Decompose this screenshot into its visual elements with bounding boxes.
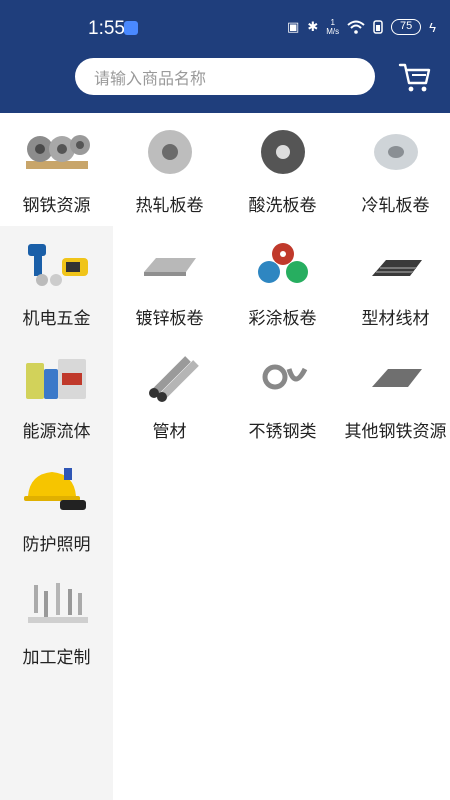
steel-coils-icon [25, 135, 90, 169]
bluetooth-icon: ✱ [307, 19, 319, 34]
grid-item-pipes[interactable]: 管材 [113, 339, 226, 452]
category-sidebar: 钢铁资源 机电五金 能源流体 防护照明 加工定制 [0, 113, 113, 800]
stainless-icon [262, 364, 307, 390]
grid-item-label: 管材 [152, 422, 187, 441]
status-bar: 1:55 ▣ ✱ 1 M/s 75 ϟ [0, 0, 450, 56]
grid-item-label: 其他钢铁资源 [344, 422, 447, 441]
cold-rolled-coil-icon [373, 134, 418, 170]
sidebar-item-energy[interactable]: 能源流体 [0, 339, 113, 452]
sidebar-item-label: 能源流体 [22, 422, 91, 441]
signal-icon [373, 20, 383, 34]
app-header: 1:55 ▣ ✱ 1 M/s 75 ϟ 请输入商品名称 [0, 0, 450, 113]
notification-icon [124, 21, 138, 35]
grid-item-stainless[interactable]: 不锈钢类 [226, 339, 339, 452]
search-placeholder: 请输入商品名称 [94, 70, 207, 88]
network-speed: 1 M/s [326, 18, 339, 36]
search-input[interactable]: 请输入商品名称 [75, 58, 375, 95]
charging-icon: ϟ [429, 19, 436, 35]
grid-item-cold-rolled[interactable]: 冷轧板卷 [339, 113, 450, 226]
grid-item-label: 镀锌板卷 [135, 309, 204, 328]
wifi-icon [347, 20, 365, 34]
grid-item-label: 不锈钢类 [248, 422, 317, 441]
color-coated-coil-icon [257, 243, 308, 283]
nfc-icon: ▣ [287, 19, 300, 34]
network-speed-value: 1 [330, 18, 335, 27]
pickled-coil-icon [260, 130, 305, 174]
grid-item-profiles[interactable]: 型材线材 [339, 226, 450, 339]
grid-item-label: 酸洗板卷 [248, 196, 317, 215]
grid-item-label: 彩涂板卷 [248, 309, 317, 328]
helmet-flashlight-icon [23, 468, 86, 510]
sidebar-item-label: 钢铁资源 [22, 196, 91, 215]
oil-containers-icon [25, 359, 86, 399]
system-icons: ▣ ✱ 1 M/s 75 ϟ [287, 18, 436, 36]
fasteners-icon [27, 583, 88, 623]
steel-bars-icon [371, 260, 422, 276]
sidebar-item-label: 机电五金 [22, 309, 91, 328]
steel-pipes-icon [148, 356, 199, 402]
grid-item-pickled[interactable]: 酸洗板卷 [226, 113, 339, 226]
hot-rolled-coil-icon [147, 130, 192, 174]
grid-item-label: 热轧板卷 [135, 196, 204, 215]
sidebar-item-label: 加工定制 [22, 648, 91, 667]
galvanized-sheet-icon [143, 258, 196, 276]
battery-indicator: 75 [391, 19, 422, 35]
grid-item-hot-rolled[interactable]: 热轧板卷 [113, 113, 226, 226]
grid-item-galvanized[interactable]: 镀锌板卷 [113, 226, 226, 339]
grid-item-label: 型材线材 [361, 309, 430, 328]
power-tools-icon [27, 244, 88, 286]
grid-item-label: 冷轧板卷 [361, 196, 430, 215]
grid-item-other-steel[interactable]: 其他钢铁资源 [339, 339, 450, 452]
grid-item-color-coated[interactable]: 彩涂板卷 [226, 226, 339, 339]
sidebar-item-processing[interactable]: 加工定制 [0, 565, 113, 678]
sidebar-item-protection[interactable]: 防护照明 [0, 452, 113, 565]
sidebar-item-steel[interactable]: 钢铁资源 [0, 113, 113, 226]
sidebar-item-hardware[interactable]: 机电五金 [0, 226, 113, 339]
sidebar-item-label: 防护照明 [22, 535, 91, 554]
status-time: 1:55 [88, 18, 125, 39]
steel-plate-icon [371, 369, 422, 387]
network-speed-unit: M/s [326, 27, 340, 36]
cart-icon[interactable] [398, 60, 432, 94]
